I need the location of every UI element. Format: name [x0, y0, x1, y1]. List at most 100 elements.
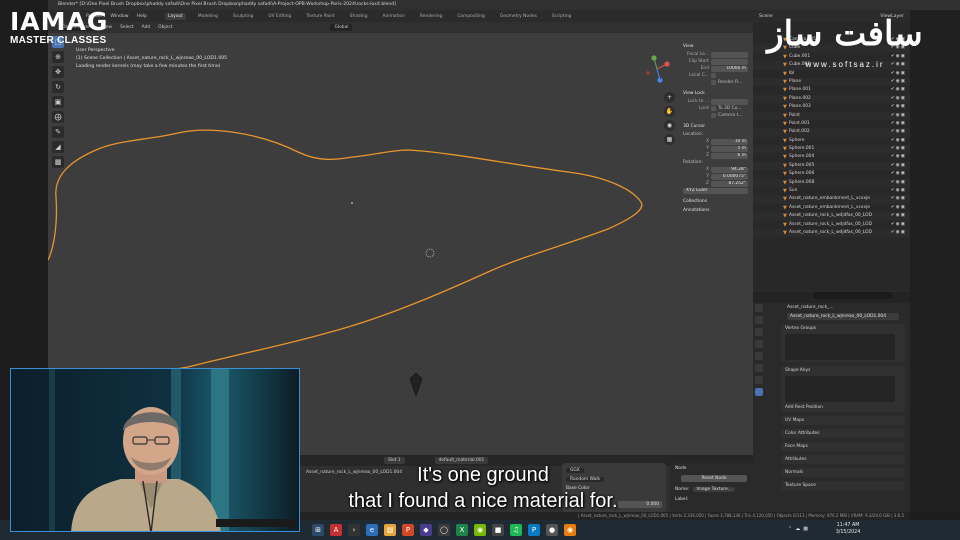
add-rest-position-checkbox[interactable]: Add Rest Position — [785, 405, 901, 410]
outliner-row[interactable]: ▼ Point.001 ✔◉▣ — [753, 120, 910, 128]
outliner-row[interactable]: ▼ Asset_nature_rock_L_wdjdfas_00_LOD ✔◉▣ — [753, 212, 910, 221]
lock-to-object-field[interactable] — [711, 98, 748, 105]
shape-keys-panel[interactable]: Shape Keys Add Rest Position — [781, 366, 905, 412]
spotify-icon[interactable]: ♫ — [510, 524, 522, 536]
outliner-row[interactable]: ▼ Asset_nature_rock_L_wdjdfas_00_LOD ✔◉▣ — [753, 221, 910, 229]
mesh-name-field[interactable]: Asset_nature_rock_L_wjnreao_00_LOD1.004 — [787, 313, 899, 320]
texture-space-panel[interactable]: Texture Space — [781, 481, 905, 490]
tab-layout[interactable]: Layout — [164, 12, 186, 20]
modifier-tab-icon[interactable] — [755, 376, 763, 384]
reset-node-button[interactable]: Reset Node — [681, 475, 747, 482]
perspective-toggle-icon[interactable]: ▦ — [664, 134, 675, 145]
visibility-icon[interactable]: ✔◉▣ — [891, 145, 906, 153]
tab-sculpting[interactable]: Sculpting — [230, 13, 257, 20]
view-section-title[interactable]: View — [683, 42, 748, 51]
cursor-tool-icon[interactable]: ⊕ — [52, 51, 64, 63]
outliner-row[interactable]: ▼ Asset_nature_embankment_L_vcxxje ✔◉▣ — [753, 204, 910, 212]
vertex-groups-list[interactable] — [785, 334, 895, 360]
rot-y-field[interactable]: 0.000075° — [711, 173, 748, 180]
loc-x-field[interactable]: 10 m — [711, 138, 748, 145]
visibility-icon[interactable]: ✔◉▣ — [891, 137, 906, 145]
visibility-icon[interactable]: ✔◉▣ — [891, 187, 906, 195]
data-tab-icon[interactable] — [755, 388, 763, 396]
zoom-icon[interactable]: + — [664, 92, 675, 103]
outliner-row[interactable]: ▼ Point.002 ✔◉▣ — [753, 128, 910, 137]
focal-length-field[interactable] — [711, 51, 748, 58]
render-tab-icon[interactable] — [755, 316, 763, 324]
annotations-panel[interactable]: Annotations — [683, 206, 748, 215]
app-icon[interactable]: ◆ — [420, 524, 432, 536]
shape-keys-list[interactable] — [785, 376, 895, 402]
attributes-panel[interactable]: Attributes — [781, 455, 905, 464]
app4-icon[interactable]: ● — [546, 524, 558, 536]
edge-icon[interactable]: e — [366, 524, 378, 536]
color-attributes-panel[interactable]: Color Attributes — [781, 429, 905, 438]
pan-hand-icon[interactable]: ✋ — [664, 106, 675, 117]
outliner-row[interactable]: ▼ Sphere ✔◉▣ — [753, 137, 910, 145]
vertex-groups-panel[interactable]: Vertex Groups — [781, 324, 905, 362]
render-region-checkbox[interactable] — [711, 80, 716, 85]
transform-tool-icon[interactable]: ⨁ — [52, 111, 64, 123]
lock-to-cursor-checkbox[interactable] — [711, 106, 716, 111]
scene-tab-icon[interactable] — [755, 340, 763, 348]
outliner-row[interactable]: ▼ Sphere.008 ✔◉▣ — [753, 178, 910, 188]
uv-maps-panel[interactable]: UV Maps — [781, 416, 905, 425]
menu-window[interactable]: Window — [110, 14, 128, 19]
visibility-icon[interactable]: ✔◉▣ — [891, 112, 906, 120]
visibility-icon[interactable]: ✔◉▣ — [891, 195, 906, 203]
visibility-icon[interactable]: ✔◉▣ — [891, 229, 906, 237]
view-lock-title[interactable]: View Lock — [683, 89, 748, 98]
outliner-row[interactable]: ▼ Plane.001 ✔◉▣ — [753, 86, 910, 94]
local-camera-checkbox[interactable] — [711, 73, 716, 78]
visibility-icon[interactable]: ✔◉▣ — [891, 221, 906, 229]
output-tab-icon[interactable] — [755, 328, 763, 336]
tab-animation[interactable]: Animation — [380, 13, 408, 20]
tool-tab-icon[interactable] — [755, 304, 763, 312]
tab-texture-paint[interactable]: Texture Paint — [303, 13, 337, 20]
rotate-tool-icon[interactable]: ↻ — [52, 81, 64, 93]
acrobat-icon[interactable]: A — [330, 524, 342, 536]
visibility-icon[interactable]: ✔◉▣ — [891, 179, 906, 187]
navigation-gizmo-icon[interactable] — [642, 54, 672, 84]
visibility-icon[interactable]: ✔◉▣ — [891, 212, 906, 220]
outliner-row[interactable]: ▼ Asset_nature_embankment_L_vcxxje ✔◉▣ — [753, 195, 910, 204]
rot-z-field[interactable]: 87.252° — [711, 180, 748, 187]
camera-view-icon[interactable]: ◉ — [664, 120, 675, 131]
object-tab-icon[interactable] — [755, 364, 763, 372]
node-name-field[interactable]: Image Texture... — [693, 487, 735, 492]
tab-shading[interactable]: Shading — [347, 13, 371, 20]
tab-scripting[interactable]: Scripting — [549, 13, 575, 20]
annotate-tool-icon[interactable]: ✎ — [52, 126, 64, 138]
world-tab-icon[interactable] — [755, 352, 763, 360]
scale-tool-icon[interactable]: ▣ — [52, 96, 64, 108]
rot-x-field[interactable]: 94.28° — [711, 166, 748, 173]
tab-compositing[interactable]: Compositing — [454, 13, 488, 20]
visibility-icon[interactable]: ✔◉▣ — [891, 170, 906, 178]
tab-geometry-nodes[interactable]: Geometry Nodes — [497, 13, 540, 20]
powerpoint-icon[interactable]: P — [402, 524, 414, 536]
visibility-icon[interactable]: ✔◉▣ — [891, 120, 906, 128]
tab-uv-editing[interactable]: UV Editing — [265, 13, 294, 20]
outliner-row[interactable]: ▼ Plane.003 ✔◉▣ — [753, 103, 910, 111]
outliner-row[interactable]: ▼ Sphere.001 ✔◉▣ — [753, 145, 910, 154]
add-cube-tool-icon[interactable]: ▩ — [52, 156, 64, 168]
measure-tool-icon[interactable]: ◢ — [52, 141, 64, 153]
outliner-row[interactable]: ▼ Asset_nature_rock_L_wdjdfas_00_LOD ✔◉▣ — [753, 228, 910, 238]
nvidia-icon[interactable]: ◉ — [474, 524, 486, 536]
outliner-row[interactable]: ▼ Sphere.005 ✔◉▣ — [753, 161, 910, 171]
app2-icon[interactable]: ◯ — [438, 524, 450, 536]
file-explorer-icon[interactable]: ▧ — [384, 524, 396, 536]
camera-to-view-checkbox[interactable] — [711, 113, 716, 118]
visibility-icon[interactable]: ✔◉▣ — [891, 204, 906, 212]
outliner-row[interactable]: ▼ Point ✔◉▣ — [753, 111, 910, 120]
visibility-icon[interactable]: ✔◉▣ — [891, 95, 906, 103]
face-maps-panel[interactable]: Face Maps — [781, 442, 905, 451]
loc-z-field[interactable]: 6 m — [711, 152, 748, 159]
normals-panel[interactable]: Normals — [781, 468, 905, 477]
menu-help[interactable]: Help — [136, 14, 146, 19]
taskbar-clock[interactable]: 11:47 AM 3/15/2024 — [818, 522, 878, 536]
clip-start-field[interactable] — [711, 58, 748, 65]
photoshop-icon[interactable]: P — [528, 524, 540, 536]
loc-y-field[interactable]: 5 m — [711, 145, 748, 152]
visibility-icon[interactable]: ✔◉▣ — [891, 153, 906, 161]
